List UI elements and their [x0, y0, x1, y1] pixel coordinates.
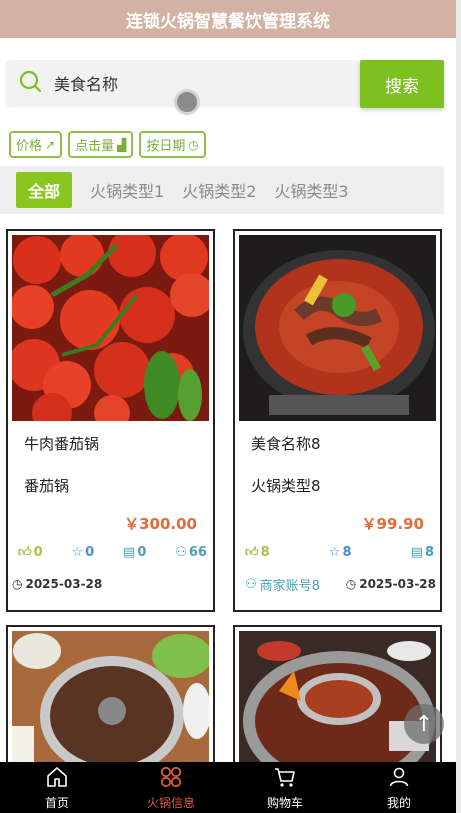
sort-clicks-button[interactable]: 点击量 ▟: [68, 131, 134, 158]
user-icon: [387, 765, 411, 792]
search-button[interactable]: 搜索: [360, 60, 444, 108]
star-icon: ☆: [328, 545, 341, 560]
comment-count: 8: [424, 545, 434, 560]
food-image-tomato[interactable]: [12, 235, 209, 421]
search-icon: [18, 69, 42, 97]
food-stats: 👍︎ 0 ☆ 0 ▤ 0 ⚇ 66: [18, 545, 207, 560]
sort-label: 按日期: [146, 139, 186, 154]
document-icon: ▤: [123, 545, 136, 560]
comment-stat: ▤ 8: [411, 545, 434, 560]
food-card[interactable]: 美食名称8 火锅类型8 ￥99.90 👍︎ 8 ☆ 8 ▤ 8 ⚇ 商家账号8 ◷ 202…: [233, 229, 442, 612]
sort-label: 价格: [16, 139, 43, 154]
star-icon: ☆: [71, 545, 84, 560]
food-name: 牛肉番茄锅: [24, 435, 100, 453]
like-count: 0: [33, 545, 43, 560]
search-placeholder: 美食名称: [54, 75, 119, 94]
nav-label: 首页: [44, 795, 69, 810]
user-icon: ⚇: [175, 545, 187, 560]
tab-type-3[interactable]: 火锅类型3: [274, 172, 348, 208]
date-text: 2025-03-28: [359, 577, 436, 591]
nav-label: 我的: [386, 795, 411, 810]
document-icon: ▤: [410, 545, 423, 560]
food-price: ￥300.00: [124, 515, 197, 533]
comment-count: 0: [137, 545, 147, 560]
favorite-stat[interactable]: ☆ 0: [71, 545, 94, 560]
app-title-bar: 连锁火锅智慧餐饮管理系统: [0, 0, 456, 38]
food-card[interactable]: [6, 625, 215, 767]
page-title: 连锁火锅智慧餐饮管理系统: [126, 11, 330, 32]
nav-label: 火锅信息: [146, 795, 195, 810]
nav-cart[interactable]: 购物车: [228, 762, 342, 813]
clock-icon: ◷: [345, 577, 357, 591]
nav-mine[interactable]: 我的: [342, 762, 456, 813]
cart-icon: [273, 765, 297, 792]
thumb-up-icon: 👍︎: [245, 545, 259, 560]
favorite-count: 0: [85, 545, 95, 560]
food-date: ◷ 2025-03-28: [12, 577, 102, 591]
sort-date-button[interactable]: 按日期 ◷: [139, 131, 206, 158]
tab-type-1[interactable]: 火锅类型1: [90, 172, 164, 208]
grid-icon: [159, 765, 183, 792]
click-count: 66: [188, 545, 207, 560]
food-image-hotpot[interactable]: [239, 235, 436, 421]
nav-home[interactable]: 首页: [0, 762, 114, 813]
bottom-navigation: 首页 火锅信息 购物车 我的: [0, 762, 456, 813]
food-card[interactable]: [233, 625, 442, 767]
favorite-stat[interactable]: ☆ 8: [329, 545, 352, 560]
sort-label: 点击量: [75, 139, 115, 154]
like-stat[interactable]: 👍︎ 0: [18, 545, 43, 560]
date-text: 2025-03-28: [25, 577, 103, 591]
comment-stat: ▤ 0: [123, 545, 146, 560]
food-stats: 👍︎ 8 ☆ 8 ▤ 8: [245, 545, 434, 560]
tab-all[interactable]: 全部: [16, 172, 73, 208]
food-type: 火锅类型8: [251, 477, 321, 495]
clock-icon: ◷: [188, 137, 199, 152]
like-stat[interactable]: 👍︎ 8: [245, 545, 270, 560]
home-icon: [45, 765, 69, 792]
food-image-grill[interactable]: [12, 631, 209, 767]
food-type: 番茄锅: [24, 477, 70, 495]
food-name: 美食名称8: [251, 435, 321, 453]
touch-indicator: [174, 89, 200, 115]
back-to-top-button[interactable]: ↑: [404, 704, 444, 744]
tab-type-2[interactable]: 火锅类型2: [182, 172, 256, 208]
scrollbar[interactable]: [456, 0, 461, 813]
bar-chart-icon: ▟: [117, 137, 127, 152]
search-bar: 美食名称 搜索: [6, 60, 444, 108]
category-tabs: 全部 火锅类型1 火锅类型2 火锅类型3: [0, 166, 444, 214]
merchant-account[interactable]: ⚇ 商家账号8: [245, 575, 320, 594]
trend-icon: ↗: [45, 137, 56, 152]
clock-icon: ◷: [12, 577, 23, 591]
nav-label: 购物车: [266, 795, 303, 810]
merchant-name: 商家账号8: [259, 579, 320, 594]
food-image-hotpot-2[interactable]: [239, 631, 436, 767]
thumb-up-icon: 👍︎: [18, 545, 32, 560]
user-icon: ⚇: [245, 577, 257, 592]
favorite-count: 8: [342, 545, 352, 560]
click-stat: ⚇ 66: [175, 545, 207, 560]
arrow-up-icon: ↑: [414, 711, 434, 737]
sort-price-button[interactable]: 价格 ↗: [9, 131, 63, 158]
food-date: ◷ 2025-03-28: [346, 577, 436, 591]
nav-hotpot-info[interactable]: 火锅信息: [114, 762, 228, 813]
like-count: 8: [260, 545, 270, 560]
food-price: ￥99.90: [361, 515, 424, 533]
sort-options: 价格 ↗ 点击量 ▟ 按日期 ◷: [9, 131, 206, 158]
food-card[interactable]: 牛肉番茄锅 番茄锅 ￥300.00 👍︎ 0 ☆ 0 ▤ 0 ⚇ 66 ◷ 2025-03…: [6, 229, 215, 612]
